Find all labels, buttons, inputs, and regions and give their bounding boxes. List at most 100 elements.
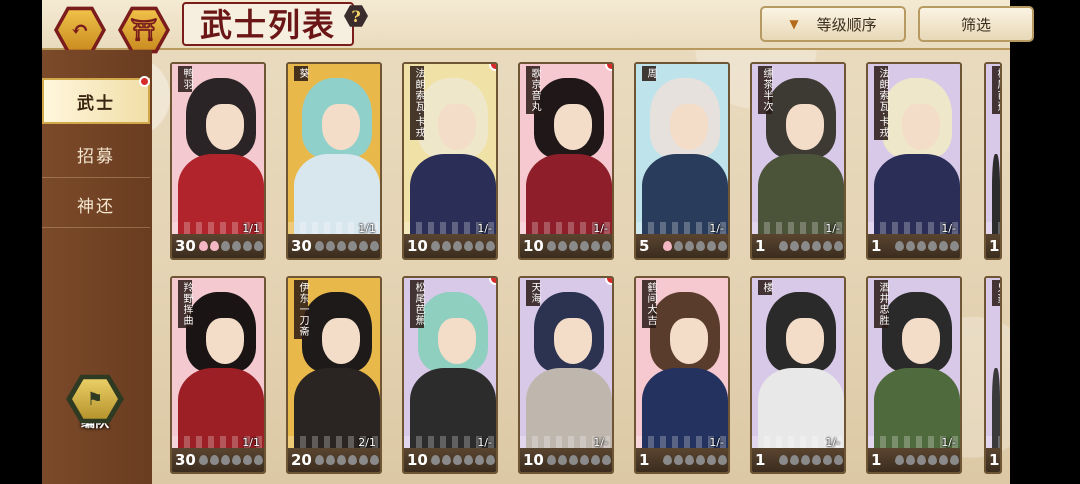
petal-pip-icon: [917, 241, 926, 251]
petal-pip-icon: [431, 241, 440, 251]
card-footer: 1: [986, 234, 1000, 258]
rank-pips: [895, 455, 959, 465]
card-name: 葵: [294, 66, 308, 81]
petal-pip-icon: [812, 455, 821, 465]
samurai-card[interactable]: 歌京音丸 1/- 10: [518, 62, 614, 260]
petal-pip-icon: [558, 241, 567, 251]
petal-pip-icon: [696, 455, 705, 465]
portrait-face: [322, 318, 360, 364]
samurai-card[interactable]: 伊东一刀斋 2/1 20: [286, 276, 382, 474]
sort-button[interactable]: ▼ 等级顺序: [760, 6, 906, 42]
card-name: 缥茶半次: [758, 66, 772, 114]
petal-pip-icon: [812, 241, 821, 251]
samurai-card-grid: 鸭羽 1/1 30 葵 1/1 30 法朗索瓦·卡戎 1/- 10 歌京音丸 1/- 10 周 1/- 5 缥…: [160, 58, 1010, 484]
team-formation-button[interactable]: ⚑ 编队: [64, 372, 126, 440]
petal-pip-icon: [685, 455, 694, 465]
sidebar-item-recruit[interactable]: 招募: [42, 132, 150, 178]
samurai-card[interactable]: 松尾芭蕉 1/- 10: [402, 276, 498, 474]
samurai-card[interactable]: 法朗索瓦·卡戎 1/- 10: [402, 62, 498, 260]
samurai-card[interactable]: 法朗索瓦·卡戎 1/- 1: [866, 62, 962, 260]
sidebar-item-label: 招募: [77, 147, 115, 167]
petal-pip-icon: [591, 455, 600, 465]
rank-pips: [315, 455, 379, 465]
portrait-face: [554, 318, 592, 364]
petal-pip-icon: [486, 241, 495, 251]
petal-pip-icon: [906, 241, 915, 251]
portrait-face: [206, 318, 244, 364]
samurai-card[interactable]: 缥茶半次 1/- 1: [750, 62, 846, 260]
petal-pip-icon: [210, 455, 219, 465]
petal-pip-icon: [906, 455, 915, 465]
petal-pip-icon: [431, 455, 440, 465]
card-name: 楼: [758, 280, 772, 295]
card-level: 20: [291, 451, 312, 469]
character-portrait: [288, 64, 380, 234]
samurai-card[interactable]: 松尾芭蕉 1: [984, 62, 1002, 260]
portrait-face: [670, 318, 708, 364]
rank-pips: [199, 241, 263, 251]
home-button[interactable]: ⛩: [118, 6, 170, 54]
samurai-card[interactable]: 酒井忠胜 1/- 1: [866, 276, 962, 474]
petal-pip-icon: [199, 241, 208, 251]
samurai-card[interactable]: 周 1/- 5: [634, 62, 730, 260]
samurai-card[interactable]: 鬼菱 1: [984, 276, 1002, 474]
petal-pip-icon: [707, 241, 716, 251]
back-button[interactable]: ↶: [54, 6, 106, 54]
card-footer: 1: [868, 448, 960, 472]
samurai-card[interactable]: 葵 1/1 30: [286, 62, 382, 260]
petal-pip-icon: [707, 455, 716, 465]
petal-pip-icon: [547, 455, 556, 465]
portrait-face: [206, 104, 244, 150]
petal-pip-icon: [790, 455, 799, 465]
rank-pips: [663, 455, 727, 465]
petal-pip-icon: [950, 241, 959, 251]
petal-pip-icon: [442, 455, 451, 465]
petal-pip-icon: [464, 241, 473, 251]
rank-pips: [663, 241, 727, 251]
sidebar-item-return[interactable]: 神还: [42, 182, 150, 228]
screen-edge-left: [0, 0, 42, 484]
sidebar-item-label: 神还: [77, 197, 115, 217]
card-footer: 1: [868, 234, 960, 258]
card-level: 30: [291, 237, 312, 255]
samurai-card[interactable]: 羚野挥曲 1/1 30: [170, 276, 266, 474]
petal-pip-icon: [359, 455, 368, 465]
samurai-card[interactable]: 天海 1/- 10: [518, 276, 614, 474]
petal-pip-icon: [326, 241, 335, 251]
petal-pip-icon: [834, 241, 843, 251]
rank-pips: [779, 455, 843, 465]
card-footer: 10: [520, 448, 612, 472]
torii-home-icon: ⛩: [122, 10, 166, 50]
card-level: 1: [989, 237, 1000, 255]
rank-pips: [199, 455, 263, 465]
portrait-face: [554, 104, 592, 150]
card-level: 10: [407, 237, 428, 255]
petal-pip-icon: [928, 241, 937, 251]
portrait-face: [902, 104, 940, 150]
card-name: 伊东一刀斋: [294, 280, 308, 339]
petal-pip-icon: [790, 241, 799, 251]
filter-button[interactable]: 筛选: [918, 6, 1034, 42]
petal-pip-icon: [348, 241, 357, 251]
petal-pip-icon: [834, 455, 843, 465]
petal-pip-icon: [243, 241, 252, 251]
petal-pip-icon: [254, 455, 263, 465]
petal-pip-icon: [591, 241, 600, 251]
petal-pip-icon: [547, 241, 556, 251]
card-footer: 30: [172, 234, 264, 258]
petal-pip-icon: [221, 455, 230, 465]
petal-pip-icon: [475, 241, 484, 251]
portrait-face: [438, 104, 476, 150]
samurai-card[interactable]: 鸭羽 1/1 30: [170, 62, 266, 260]
petal-pip-icon: [663, 241, 672, 251]
card-name: 鹤间大吉: [642, 280, 656, 328]
card-level: 30: [175, 237, 196, 255]
samurai-card[interactable]: 鹤间大吉 1/- 1: [634, 276, 730, 474]
game-screen: ↶ ⛩ 武士列表 ? ▼ 等级顺序 筛选 武士 招募 神还 ⚑ 编队 鸭羽 1: [0, 0, 1080, 484]
petal-pip-icon: [779, 241, 788, 251]
portrait-face: [902, 318, 940, 364]
petal-pip-icon: [232, 455, 241, 465]
sidebar-item-samurai[interactable]: 武士: [42, 76, 150, 124]
petal-pip-icon: [823, 241, 832, 251]
samurai-card[interactable]: 楼 1/- 1: [750, 276, 846, 474]
